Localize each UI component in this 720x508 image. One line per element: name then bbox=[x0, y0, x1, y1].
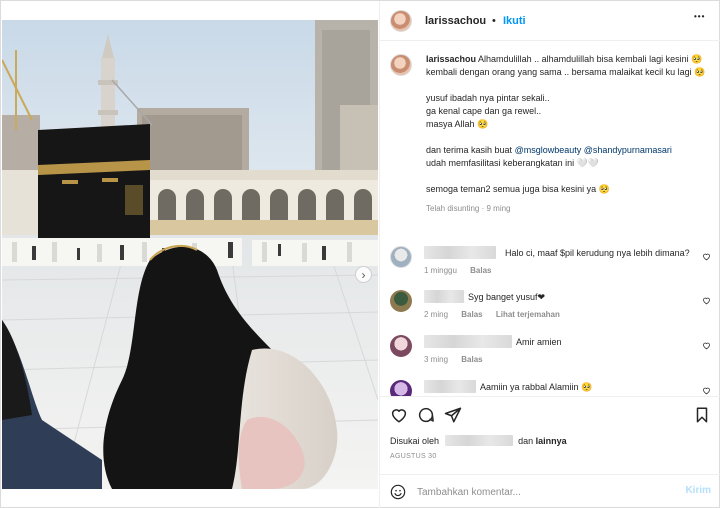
caption-line-4: ga kenal cape dan ga rewel.. bbox=[426, 106, 542, 116]
commenter-avatar[interactable] bbox=[390, 380, 412, 396]
post-photo[interactable]: › bbox=[2, 20, 378, 489]
likes-summary: Disukai oleh dan lainnya bbox=[390, 435, 567, 447]
instagram-post-modal: › larissachou • Ikuti ••• larissachou Al… bbox=[0, 0, 720, 508]
comment-time: 2 ming bbox=[424, 310, 449, 319]
emoji-icon[interactable] bbox=[390, 484, 406, 500]
caption-line-5: masya Allah 🥺 bbox=[426, 119, 489, 129]
comment-item: Aamiin ya rabbal Alamiin 🥺 bbox=[380, 380, 720, 396]
caption-username[interactable]: larissachou bbox=[426, 54, 476, 64]
caption-avatar[interactable] bbox=[390, 54, 412, 76]
commenter-avatar[interactable] bbox=[390, 335, 412, 357]
see-translation-button[interactable]: Lihat terjemahan bbox=[496, 310, 560, 319]
like-comment-heart-icon[interactable] bbox=[702, 341, 711, 350]
caption-line-1: Alhamdulillah .. alhamdulillah bisa kemb… bbox=[478, 54, 703, 64]
commenter-username-redacted[interactable] bbox=[424, 380, 476, 393]
comment-text: Amir amien bbox=[516, 337, 562, 347]
commenter-username-redacted[interactable] bbox=[424, 335, 512, 348]
comment-meta: 3 ming Balas bbox=[424, 355, 494, 364]
liker-username-redacted[interactable] bbox=[444, 435, 513, 447]
comment-item: Halo ci, maaf $pil kerudung nya lebih di… bbox=[380, 246, 720, 282]
more-options-icon[interactable]: ••• bbox=[694, 12, 705, 21]
post-actions: Disukai oleh dan lainnya AGUSTUS 30 bbox=[380, 396, 720, 466]
reply-button[interactable]: Balas bbox=[461, 355, 482, 364]
kaaba-photo-illustration bbox=[2, 20, 378, 489]
comment-item: Amir amien 3 ming Balas bbox=[380, 335, 720, 371]
comment-bubble-icon[interactable] bbox=[417, 406, 435, 424]
comment-item: Syg banget yusuf❤ 2 ming Balas Lihat ter… bbox=[380, 290, 720, 326]
post-sidebar: larissachou • Ikuti ••• larissachou Alha… bbox=[379, 1, 720, 508]
post-comment-button[interactable]: Kirim bbox=[685, 485, 711, 496]
comment-meta: 2 ming Balas Lihat terjemahan bbox=[424, 310, 571, 319]
likes-others-link[interactable]: lainnya bbox=[536, 436, 567, 446]
comment-text: Aamiin ya rabbal Alamiin 🥺 bbox=[480, 382, 593, 392]
caption-line-2: kembali dengan orang yang sama .. bersam… bbox=[426, 67, 706, 77]
like-heart-icon[interactable] bbox=[390, 406, 408, 424]
caption-line-8: semoga teman2 semua juga bisa kesini ya … bbox=[426, 184, 610, 194]
comments-list[interactable]: larissachou Alhamdulillah .. alhamdulill… bbox=[380, 42, 720, 396]
comment-meta: 1 minggu Balas bbox=[424, 266, 503, 275]
author-username[interactable]: larissachou bbox=[425, 15, 486, 27]
caption-meta: Telah disunting · 9 ming bbox=[426, 204, 511, 213]
comment-time: 3 ming bbox=[424, 355, 449, 364]
like-comment-heart-icon[interactable] bbox=[702, 296, 711, 305]
header-separator: • bbox=[492, 15, 496, 27]
next-slide-button[interactable]: › bbox=[355, 266, 372, 283]
mention-shandypurnamasari[interactable]: @shandypurnamasari bbox=[584, 145, 672, 155]
comment-text: Syg banget yusuf❤ bbox=[468, 292, 546, 302]
author-avatar[interactable] bbox=[390, 10, 412, 32]
likes-middle: dan bbox=[518, 436, 534, 446]
like-comment-heart-icon[interactable] bbox=[702, 386, 711, 395]
caption-line-7: udah memfasilitasi keberangkatan ini 🤍🤍 bbox=[426, 158, 599, 168]
commenter-username-redacted[interactable] bbox=[424, 246, 496, 259]
mention-msglowbeauty[interactable]: @msglowbeauty bbox=[515, 145, 582, 155]
comment-time: 1 minggu bbox=[424, 266, 457, 275]
follow-button[interactable]: Ikuti bbox=[503, 15, 526, 27]
commenter-username-redacted[interactable] bbox=[424, 290, 464, 303]
likes-prefix: Disukai oleh bbox=[390, 436, 440, 446]
comment-composer: Kirim bbox=[380, 474, 720, 508]
comment-text: Halo ci, maaf $pil kerudung nya lebih di… bbox=[505, 248, 690, 258]
comment-input[interactable] bbox=[417, 484, 667, 500]
commenter-avatar[interactable] bbox=[390, 290, 412, 312]
post-date[interactable]: AGUSTUS 30 bbox=[390, 453, 437, 460]
reply-button[interactable]: Balas bbox=[461, 310, 482, 319]
reply-button[interactable]: Balas bbox=[470, 266, 491, 275]
save-bookmark-icon[interactable] bbox=[693, 406, 711, 424]
commenter-avatar[interactable] bbox=[390, 246, 412, 268]
caption-line-6: dan terima kasih buat bbox=[426, 145, 515, 155]
caption-line-3: yusuf ibadah nya pintar sekali.. bbox=[426, 93, 550, 103]
post-caption: larissachou Alhamdulillah .. alhamdulill… bbox=[426, 53, 712, 215]
share-paper-plane-icon[interactable] bbox=[444, 406, 462, 424]
post-header: larissachou • Ikuti ••• bbox=[380, 1, 720, 41]
like-comment-heart-icon[interactable] bbox=[702, 252, 711, 261]
